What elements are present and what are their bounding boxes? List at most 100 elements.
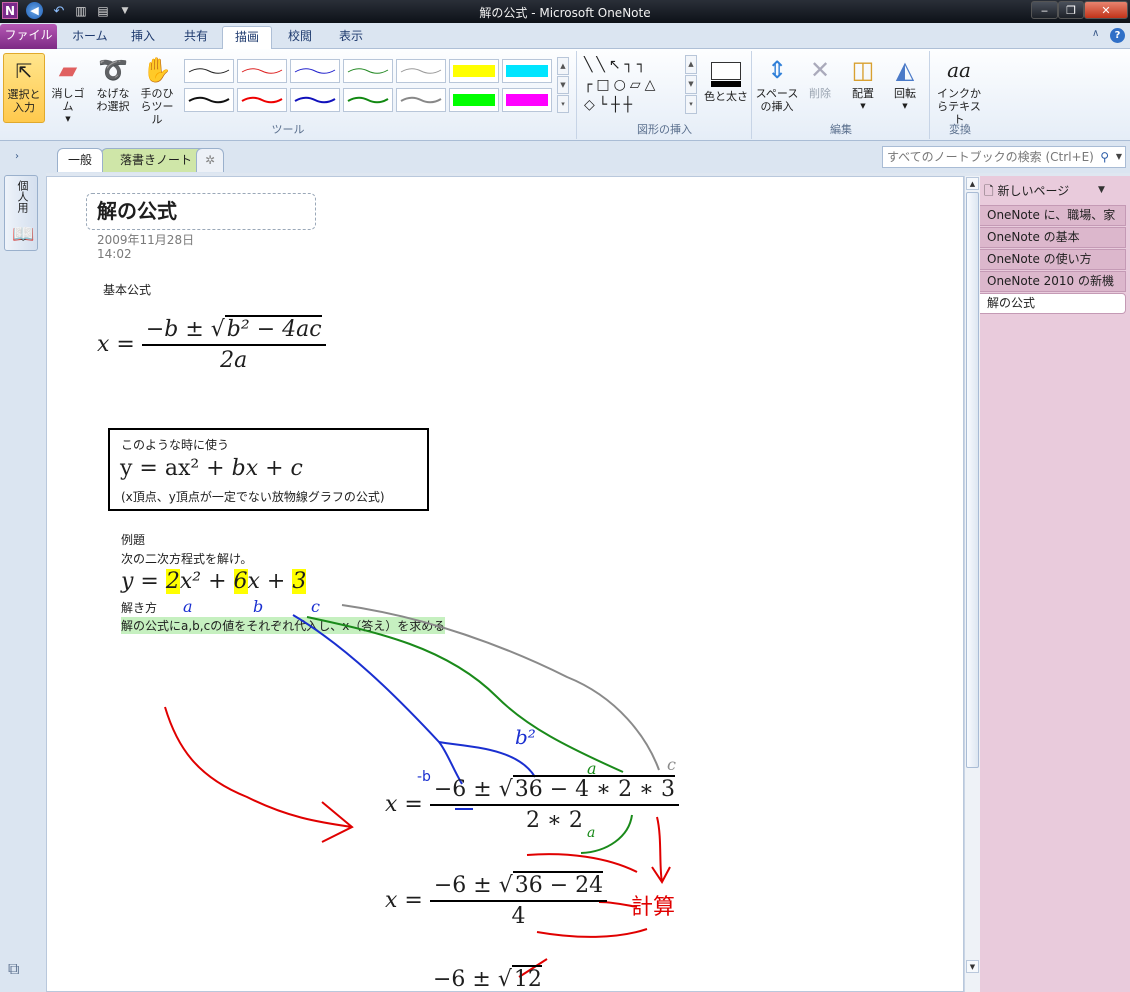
- pen-red-thick[interactable]: [237, 88, 287, 112]
- insert-space-label: スペースの挿入: [755, 87, 799, 113]
- delete-x-icon: ✕: [809, 56, 831, 84]
- simplified-formula[interactable]: x = −6 ± √36 − 24 4: [385, 871, 608, 929]
- lasso-icon: ➰: [98, 56, 128, 84]
- shapes-group-label: 図形の挿入: [637, 123, 692, 136]
- convert-group-label: 変換: [949, 123, 971, 136]
- parabola-equation: y = ax² + bx + c: [120, 456, 303, 481]
- section-tab-doodle[interactable]: 落書きノート: [101, 148, 211, 172]
- new-page-button[interactable]: 🗋 新しいページ: [984, 182, 1069, 203]
- highlighter-cyan[interactable]: [502, 59, 552, 83]
- new-page-dropdown-icon[interactable]: ▼: [1098, 185, 1105, 195]
- tab-file[interactable]: ファイル: [0, 24, 57, 49]
- section-tab-row: › 落書きノート 一般 ✲ すべてのノートブックの検索 (Ctrl+E) ⚲ ▼: [0, 141, 1130, 173]
- scroll-down-icon[interactable]: ▼: [966, 960, 979, 973]
- rotate-button[interactable]: ◭ 回転 ▼: [884, 53, 926, 113]
- arrange-button[interactable]: ◫ 配置 ▼: [842, 53, 884, 113]
- eraser-button[interactable]: ▰ 消しゴム ▼: [47, 53, 89, 126]
- next-step-formula[interactable]: −6 ± √12: [433, 965, 542, 991]
- example-label[interactable]: 例題: [121, 531, 145, 548]
- title-bar: N ◀ ↶ ▥ ▤ ▼ 解の公式 - Microsoft OneNote ‒ ❐…: [0, 0, 1130, 23]
- page-title[interactable]: 解の公式: [86, 193, 316, 230]
- page-list-item-active[interactable]: 解の公式: [980, 293, 1126, 314]
- close-button[interactable]: ✕: [1084, 1, 1128, 19]
- shapes-more-icon[interactable]: ▾: [685, 95, 697, 114]
- page-scrollbar[interactable]: ▲ ▼: [964, 176, 980, 992]
- section-tab-general[interactable]: 一般: [57, 148, 103, 172]
- color-thickness-label: 色と太さ: [704, 90, 748, 103]
- notebook-icon: 📖: [12, 224, 35, 245]
- page-canvas[interactable]: 解の公式 2009年11月28日 14:02 基本公式 x = −b ± √b²…: [46, 176, 964, 992]
- unfiled-notes-icon[interactable]: ⧉: [8, 959, 19, 979]
- pen-blue-thick[interactable]: [290, 88, 340, 112]
- pen-black-thin[interactable]: [184, 59, 234, 83]
- page-list: 🗋 新しいページ ▼ OneNote に、職場、家 OneNote の基本 On…: [980, 176, 1130, 992]
- problem-text[interactable]: 次の二次方程式を解け。: [121, 550, 252, 567]
- usage-box[interactable]: このような時に使う y = ax² + bx + c (x頂点、y頂点が一定でな…: [108, 428, 429, 511]
- search-scope-dropdown-icon[interactable]: ▼: [1116, 147, 1122, 167]
- lasso-select-button[interactable]: ➰ なげなわ選択: [91, 53, 135, 113]
- page-list-item[interactable]: OneNote の基本: [980, 227, 1126, 248]
- expand-navigation-icon[interactable]: ›: [15, 151, 19, 162]
- minimize-button[interactable]: ‒: [1031, 1, 1058, 19]
- scroll-thumb[interactable]: [966, 192, 979, 768]
- tab-insert[interactable]: 挿入: [119, 26, 167, 49]
- how-to-label[interactable]: 解き方: [121, 599, 157, 616]
- ink-to-text-button[interactable]: aa インクからテキスト: [933, 53, 985, 126]
- tab-view[interactable]: 表示: [327, 26, 375, 49]
- ink-label-calc: 計算: [631, 895, 676, 920]
- pan-tool-button[interactable]: ✋ 手のひらツール: [136, 53, 178, 126]
- gallery-more-icon[interactable]: ▾: [557, 95, 569, 113]
- color-thickness-button[interactable]: 色と太さ: [704, 53, 748, 103]
- page-list-item[interactable]: OneNote に、職場、家: [980, 205, 1126, 226]
- select-input-button[interactable]: ⇱ 選択と入力: [3, 53, 45, 123]
- convert-group: aa インクからテキスト 変換: [931, 51, 989, 139]
- shapes-up-icon[interactable]: ▲: [685, 55, 697, 74]
- gallery-up-icon[interactable]: ▲: [557, 57, 569, 75]
- maximize-button[interactable]: ❐: [1058, 1, 1084, 19]
- pen-gray-thin[interactable]: [396, 59, 446, 83]
- pen-gray-thick[interactable]: [396, 88, 446, 112]
- highlighter-yellow[interactable]: [449, 59, 499, 83]
- help-icon[interactable]: ?: [1110, 28, 1125, 43]
- new-section-icon[interactable]: ✲: [196, 148, 224, 172]
- pen-black-thick[interactable]: [184, 88, 234, 112]
- ink-label-a: a: [183, 597, 193, 616]
- shape-gallery[interactable]: ╲╲↖┐┐ ┌□○▱△ ◇└┼┼: [584, 55, 684, 115]
- shapes-down-icon[interactable]: ▼: [685, 75, 697, 94]
- scroll-up-icon[interactable]: ▲: [966, 177, 979, 190]
- search-icon[interactable]: ⚲: [1100, 147, 1109, 167]
- edit-group: ⇕ スペースの挿入 ✕ 削除 ◫ 配置 ▼ ◭ 回転 ▼ 編集: [753, 51, 930, 139]
- ribbon: ⇱ 選択と入力 ▰ 消しゴム ▼ ➰ なげなわ選択 ✋ 手のひらツール ▲ ▼ …: [0, 49, 1130, 141]
- gallery-down-icon[interactable]: ▼: [557, 76, 569, 94]
- delete-button[interactable]: ✕ 削除: [800, 53, 840, 100]
- highlighter-green[interactable]: [449, 88, 499, 112]
- search-input[interactable]: すべてのノートブックの検索 (Ctrl+E) ⚲ ▼: [882, 146, 1126, 168]
- rotate-icon: ◭: [895, 56, 915, 84]
- pen-green-thick[interactable]: [343, 88, 393, 112]
- tab-share[interactable]: 共有: [172, 26, 220, 49]
- substituted-formula[interactable]: x = −6 ± √36 − 4 ∗ 2 ∗ 32 ∗ 2: [385, 775, 680, 833]
- basic-formula-label[interactable]: 基本公式: [103, 281, 151, 298]
- lasso-label: なげなわ選択: [96, 87, 130, 113]
- tab-home[interactable]: ホーム: [60, 26, 120, 49]
- ribbon-tab-row: ファイル ホーム 挿入 共有 描画 校閲 表示 ∧ ?: [0, 23, 1130, 49]
- navigation-bar: 個人用 📖 ⧉: [0, 173, 46, 992]
- page-list-item[interactable]: OneNote の使い方: [980, 249, 1126, 270]
- pen-green-thin[interactable]: [343, 59, 393, 83]
- page-time-text: 14:02: [97, 247, 132, 261]
- quadratic-formula[interactable]: x = −b ± √b² − 4ac 2a: [97, 315, 326, 373]
- instruction-text[interactable]: 解の公式にa,b,cの値をそれぞれ代入し、x（答え）を求める: [121, 617, 446, 634]
- insert-space-button[interactable]: ⇕ スペースの挿入: [755, 53, 799, 113]
- example-equation[interactable]: y = 2x² + 6x + 3: [121, 569, 307, 594]
- page-list-item[interactable]: OneNote 2010 の新機: [980, 271, 1126, 292]
- chevron-down-icon: ▼: [860, 102, 866, 110]
- new-page-icon: 🗋: [984, 184, 994, 198]
- ink-label-c: c: [311, 597, 320, 616]
- highlighter-magenta[interactable]: [502, 88, 552, 112]
- minimize-ribbon-icon[interactable]: ∧: [1092, 28, 1099, 39]
- notebook-personal[interactable]: 個人用 📖: [4, 175, 38, 251]
- tab-draw[interactable]: 描画: [222, 26, 273, 49]
- pen-blue-thin[interactable]: [290, 59, 340, 83]
- tab-review[interactable]: 校閲: [276, 26, 324, 49]
- pen-red-thin[interactable]: [237, 59, 287, 83]
